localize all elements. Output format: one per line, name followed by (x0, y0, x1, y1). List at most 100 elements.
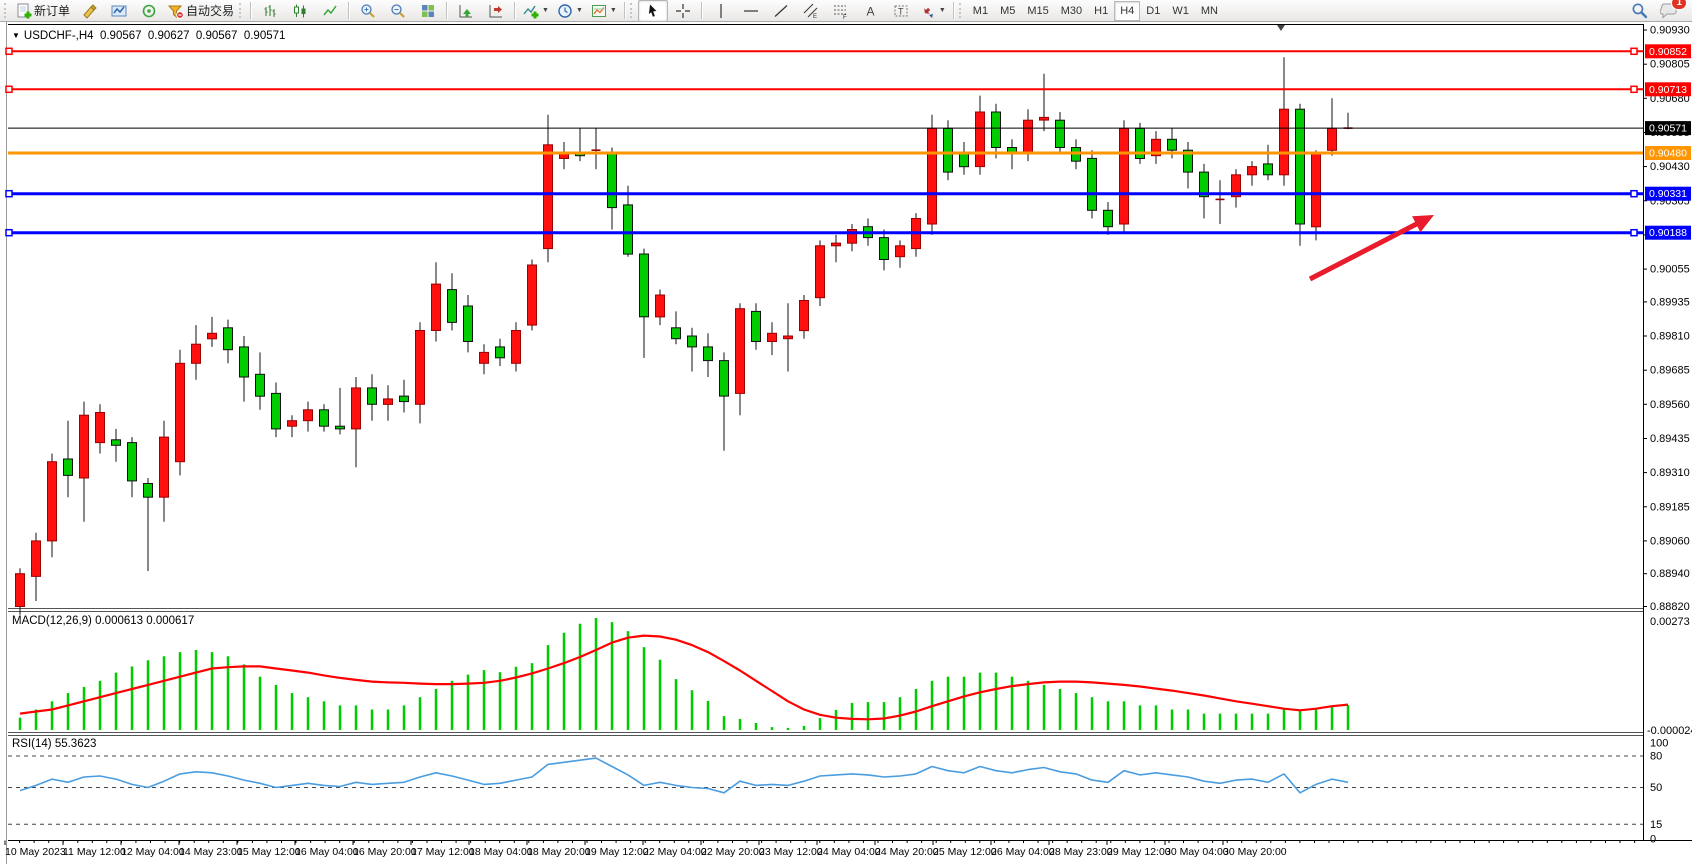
arrows-icon (920, 3, 936, 19)
hline-handle[interactable] (6, 86, 12, 92)
chart-canvas[interactable]: 0.909300.908050.906800.905550.904300.903… (0, 22, 1692, 864)
candle-body (1312, 153, 1321, 227)
tile-windows-button[interactable] (413, 0, 443, 22)
fibonacci-tool-button[interactable]: F (826, 0, 856, 22)
hline-handle[interactable] (1631, 191, 1637, 197)
candle-body (704, 347, 713, 361)
hline-handle[interactable] (1631, 48, 1637, 54)
hline-handle[interactable] (6, 191, 12, 197)
timeframes-menu-button[interactable]: ▼ (553, 0, 587, 22)
macd-min-label: -0.000024 (1647, 725, 1692, 737)
vertical-line-tool-button[interactable] (706, 0, 736, 22)
candle-body (208, 333, 217, 339)
crosshair-tool-button[interactable] (668, 0, 698, 22)
text-tool-button[interactable]: A (856, 0, 886, 22)
timeframe-m30-button[interactable]: M30 (1055, 1, 1088, 21)
hline-handle[interactable] (1631, 86, 1637, 92)
candlestick-chart-button[interactable] (285, 0, 315, 22)
svg-text:T: T (898, 6, 904, 16)
rsi-level-label: 15 (1650, 819, 1662, 831)
candle-body (272, 393, 281, 429)
chevron-down-icon: ▼ (542, 7, 549, 14)
candle-body (960, 153, 969, 167)
brush-icon (81, 3, 97, 19)
candle-body (640, 254, 649, 317)
rsi-indicator-label: RSI(14) 55.3623 (12, 738, 96, 750)
toolbar-grip[interactable] (239, 3, 244, 18)
bar-chart-button[interactable] (255, 0, 285, 22)
search-button[interactable] (1624, 0, 1654, 22)
new-order-button[interactable]: 新订单 (12, 0, 74, 22)
auto-trading-button[interactable]: 自动交易 (164, 0, 238, 22)
timeframe-w1-button[interactable]: W1 (1166, 1, 1195, 21)
zoom-out-button[interactable] (383, 0, 413, 22)
separator (446, 2, 448, 19)
price-tick-label: 0.90055 (1650, 264, 1690, 276)
separator (701, 2, 703, 19)
auto-scroll-icon (458, 3, 474, 19)
auto-scroll-button[interactable] (451, 0, 481, 22)
candle-body (416, 331, 425, 405)
chart-shift-button[interactable] (481, 0, 511, 22)
date-label: 15 May 12:00 (237, 846, 301, 858)
chart-window[interactable]: ▼USDCHF-,H4 0.90567 0.90627 0.90567 0.90… (0, 22, 1692, 864)
toolbar-grip[interactable] (959, 3, 964, 18)
candle-body (464, 306, 473, 342)
cursor-tool-button[interactable] (638, 0, 668, 22)
candle-body (608, 153, 617, 208)
svg-text:F: F (843, 15, 847, 19)
notifications-button[interactable]: 1 (1654, 0, 1684, 22)
signal-button[interactable] (134, 0, 164, 22)
candle-body (768, 333, 777, 341)
candle-body (1104, 210, 1113, 226)
hline-handle[interactable] (1631, 230, 1637, 236)
candle-body (16, 574, 25, 607)
line-chart-button[interactable] (315, 0, 345, 22)
timeframe-h1-button[interactable]: H1 (1088, 1, 1114, 21)
candle-body (160, 437, 169, 497)
hline-handle[interactable] (6, 48, 12, 54)
date-label: 26 May 04:00 (991, 846, 1055, 858)
date-label: 10 May 2023 (5, 846, 66, 858)
candle-body (1024, 120, 1033, 153)
candle-body (224, 328, 233, 350)
brush-tool-button[interactable] (74, 0, 104, 22)
timeframe-d1-button[interactable]: D1 (1140, 1, 1166, 21)
date-label: 16 May 04:00 (295, 846, 359, 858)
toolbar-grip[interactable] (4, 3, 9, 18)
hline-handle[interactable] (6, 230, 12, 236)
candle-body (944, 128, 953, 172)
timeframe-m15-button[interactable]: M15 (1021, 1, 1054, 21)
timeframe-h4-button[interactable]: H4 (1114, 1, 1140, 21)
timeframe-m5-button[interactable]: M5 (994, 1, 1021, 21)
macd-max-label: 0.00273 (1650, 616, 1690, 628)
template-button[interactable]: ▼ (587, 0, 621, 22)
market-watch-button[interactable] (104, 0, 134, 22)
indicators-button[interactable]: ▼ (519, 0, 553, 22)
cursor-icon (645, 3, 661, 19)
toolbar-grip[interactable] (630, 3, 635, 18)
candle-body (1248, 167, 1257, 175)
candle-body (320, 410, 329, 426)
timeframe-m1-button[interactable]: M1 (967, 1, 994, 21)
timeframe-mn-button[interactable]: MN (1195, 1, 1224, 21)
candle-body (1056, 120, 1065, 147)
text-label-icon: T (893, 3, 909, 19)
rsi-level-label: 100 (1650, 738, 1668, 750)
text-label-tool-button[interactable]: T (886, 0, 916, 22)
auto-trading-icon (168, 3, 184, 19)
date-label: 28 May 23:00 (1049, 846, 1113, 858)
candle-body (928, 128, 937, 224)
symbol-dropdown-icon[interactable]: ▼ (12, 31, 20, 40)
chevron-down-icon: ▼ (610, 7, 617, 14)
notification-badge: 1 (1671, 0, 1687, 10)
price-tick-label: 0.90805 (1650, 59, 1690, 71)
trendline-tool-button[interactable] (766, 0, 796, 22)
horizontal-line-tool-button[interactable] (736, 0, 766, 22)
zoom-in-button[interactable] (353, 0, 383, 22)
candle-body (288, 421, 297, 427)
arrows-tool-button[interactable]: ▼ (916, 0, 950, 22)
svg-text:E: E (813, 14, 817, 19)
price-badge-label: 0.90713 (1649, 84, 1687, 96)
channel-tool-button[interactable]: E (796, 0, 826, 22)
